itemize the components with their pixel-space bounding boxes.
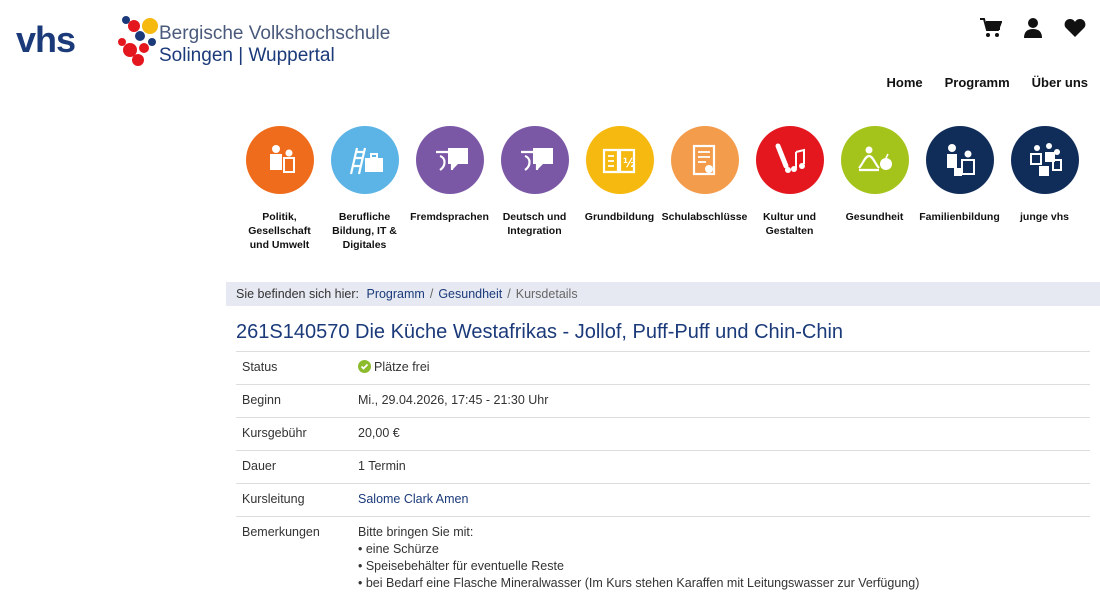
category-8[interactable]: Familienbildung — [917, 126, 1002, 252]
breadcrumb-prefix: Sie befinden sich hier: — [236, 287, 359, 301]
breadcrumb-programm[interactable]: Programm — [366, 287, 424, 301]
table-row-status: Status Plätze frei — [236, 352, 1090, 385]
label-kursleitung: Kursleitung — [236, 484, 352, 517]
category-list: Politik, Gesellschaft und UmweltBeruflic… — [237, 126, 1087, 252]
table-row-bemerkungen: Bemerkungen Bitte bringen Sie mit: • ein… — [236, 517, 1090, 600]
category-circle[interactable] — [1011, 126, 1079, 194]
nav-home[interactable]: Home — [887, 75, 923, 90]
category-label[interactable]: Berufliche Bildung, IT & Digitales — [322, 210, 407, 252]
ladder-briefcase-icon — [341, 138, 389, 182]
label-gebuehr: Kursgebühr — [236, 418, 352, 451]
header-icons — [980, 18, 1086, 38]
category-circle[interactable] — [926, 126, 994, 194]
category-label[interactable]: Gesundheit — [844, 210, 906, 224]
label-status: Status — [236, 352, 352, 385]
value-bemerkungen: Bitte bringen Sie mit: • eine Schürze • … — [352, 517, 1090, 600]
category-circle[interactable] — [841, 126, 909, 194]
course-details-table: Status Plätze frei Beginn Mi., 29.04.202… — [236, 351, 1090, 600]
status-text: Plätze frei — [374, 360, 430, 374]
breadcrumb-current: Kursdetails — [516, 287, 578, 301]
category-label[interactable]: Familienbildung — [917, 210, 1002, 224]
category-5[interactable]: Schulabschlüsse — [662, 126, 747, 252]
value-gebuehr: 20,00 € — [352, 418, 1090, 451]
nav-ueber-uns[interactable]: Über uns — [1032, 75, 1088, 90]
remark-item: • eine Schürze — [358, 541, 1084, 558]
category-label[interactable]: Fremdsprachen — [408, 210, 491, 224]
family-icon — [936, 138, 984, 182]
category-label[interactable]: Deutsch und Integration — [492, 210, 577, 238]
category-label[interactable]: Schulabschlüsse — [660, 210, 750, 224]
speech-icon — [511, 138, 559, 182]
people-icon — [256, 138, 304, 182]
cart-icon[interactable] — [980, 18, 1002, 38]
category-1[interactable]: Berufliche Bildung, IT & Digitales — [322, 126, 407, 252]
logo-wordmark: vhs — [16, 22, 75, 58]
remarks-intro: Bitte bringen Sie mit: — [358, 524, 1084, 541]
category-circle[interactable] — [416, 126, 484, 194]
category-9[interactable]: junge vhs — [1002, 126, 1087, 252]
category-label[interactable]: Grundbildung — [583, 210, 656, 224]
speech-icon — [426, 138, 474, 182]
category-label[interactable]: Kultur und Gestalten — [747, 210, 832, 238]
remark-item: • Speisebehälter für eventuelle Reste — [358, 558, 1084, 575]
category-label[interactable]: Politik, Gesellschaft und Umwelt — [237, 210, 322, 252]
category-0[interactable]: Politik, Gesellschaft und Umwelt — [237, 126, 322, 252]
table-row-gebuehr: Kursgebühr 20,00 € — [236, 418, 1090, 451]
category-7[interactable]: Gesundheit — [832, 126, 917, 252]
category-2[interactable]: Fremdsprachen — [407, 126, 492, 252]
org-line-2: Solingen | Wuppertal — [159, 45, 390, 67]
yoga-apple-icon — [851, 138, 899, 182]
brush-music-icon — [766, 138, 814, 182]
value-status: Plätze frei — [352, 352, 1090, 385]
label-beginn: Beginn — [236, 385, 352, 418]
table-row-kursleitung: Kursleitung Salome Clark Amen — [236, 484, 1090, 517]
table-row-dauer: Dauer 1 Termin — [236, 451, 1090, 484]
breadcrumb-gesundheit[interactable]: Gesundheit — [438, 287, 502, 301]
category-circle[interactable] — [756, 126, 824, 194]
value-kursleitung: Salome Clark Amen — [352, 484, 1090, 517]
certificate-icon — [681, 138, 729, 182]
label-bemerkungen: Bemerkungen — [236, 517, 352, 600]
check-icon — [358, 360, 371, 373]
nav-programm[interactable]: Programm — [945, 75, 1010, 90]
category-label[interactable]: junge vhs — [1018, 210, 1071, 224]
value-dauer: 1 Termin — [352, 451, 1090, 484]
category-circle[interactable] — [501, 126, 569, 194]
organisation-name: Bergische Volkshochschule Solingen | Wup… — [159, 23, 390, 67]
category-circle[interactable] — [671, 126, 739, 194]
group-icon — [1021, 138, 1069, 182]
book-icon: ½ — [596, 138, 644, 182]
instructor-link[interactable]: Salome Clark Amen — [358, 492, 468, 506]
breadcrumb: Sie befinden sich hier: Programm/Gesundh… — [226, 282, 1100, 306]
value-beginn: Mi., 29.04.2026, 17:45 - 21:30 Uhr — [352, 385, 1090, 418]
org-line-1: Bergische Volkshochschule — [159, 23, 390, 45]
label-dauer: Dauer — [236, 451, 352, 484]
svg-text:½: ½ — [623, 156, 635, 170]
heart-icon[interactable] — [1064, 18, 1086, 38]
user-icon[interactable] — [1024, 18, 1042, 38]
category-circle[interactable] — [246, 126, 314, 194]
table-row-beginn: Beginn Mi., 29.04.2026, 17:45 - 21:30 Uh… — [236, 385, 1090, 418]
remark-item: • bei Bedarf eine Flasche Mineralwasser … — [358, 575, 1084, 592]
top-navigation: Home Programm Über uns — [887, 75, 1089, 90]
course-title: 261S140570 Die Küche Westafrikas - Jollo… — [236, 321, 843, 344]
category-3[interactable]: Deutsch und Integration — [492, 126, 577, 252]
category-circle[interactable]: ½ — [586, 126, 654, 194]
category-4[interactable]: ½ Grundbildung — [577, 126, 662, 252]
category-6[interactable]: Kultur und Gestalten — [747, 126, 832, 252]
category-circle[interactable] — [331, 126, 399, 194]
